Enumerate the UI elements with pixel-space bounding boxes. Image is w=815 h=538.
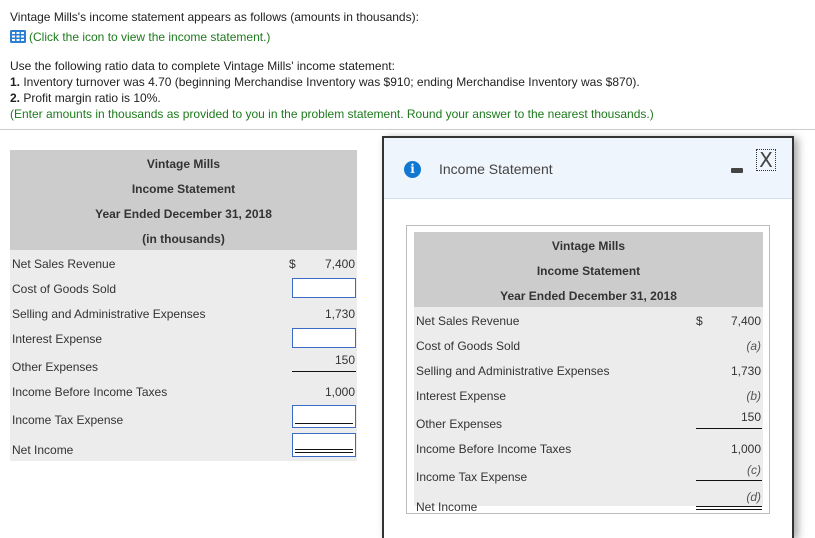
statement-header: Vintage Mills Income Statement Year Ende… — [10, 150, 357, 250]
double-underline-bottom — [696, 509, 762, 510]
row-label: Net Income — [12, 443, 74, 457]
row-value: 1,000 — [324, 385, 355, 399]
statement-units: (in thousands) — [142, 232, 225, 246]
table-row: Selling and Administrative Expenses 1,73… — [10, 303, 357, 325]
item-text: Inventory turnover was 4.70 (beginning M… — [20, 75, 640, 89]
interest-expense-input[interactable] — [292, 328, 356, 348]
subtotal-underline — [292, 371, 356, 372]
row-value: 7,400 — [324, 257, 355, 271]
dollar-sign: $ — [289, 257, 296, 271]
net-income-input[interactable] — [292, 433, 356, 457]
table-row: Cost of Goods Sold — [10, 278, 357, 300]
row-label: Other Expenses — [12, 360, 99, 374]
statement-period: Year Ended December 31, 2018 — [95, 207, 272, 221]
row-placeholder: (b) — [746, 389, 761, 403]
subtotal-underline — [696, 480, 762, 481]
view-statement-link[interactable]: (Click the icon to view the income state… — [10, 30, 270, 44]
table-row: Net Sales Revenue $ 7,400 — [10, 253, 357, 275]
item-number: 2. — [10, 91, 21, 105]
income-statement-dialog: i Income Statement X Vintage Mills Incom… — [382, 136, 794, 538]
table-icon[interactable] — [10, 30, 26, 43]
question-instruction: Use the following ratio data to complete… — [10, 59, 395, 73]
row-value: 1,730 — [324, 307, 355, 321]
statement-title: Income Statement — [131, 182, 236, 196]
row-label: Net Sales Revenue — [416, 314, 520, 328]
row-label: Net Sales Revenue — [12, 257, 116, 271]
row-placeholder: (d) — [746, 490, 761, 504]
ratio-item-1: 1. Inventory turnover was 4.70 (beginnin… — [10, 75, 640, 89]
view-statement-text[interactable]: (Click the icon to view the income state… — [29, 30, 270, 44]
double-underline-top — [696, 506, 762, 507]
row-value: 150 — [740, 410, 761, 424]
row-value: 1,730 — [730, 364, 761, 378]
table-row: Interest Expense (b) — [414, 385, 763, 407]
row-label: Selling and Administrative Expenses — [416, 364, 610, 378]
table-row: Cost of Goods Sold (a) — [414, 335, 763, 357]
close-button[interactable]: X — [756, 149, 776, 171]
dialog-header: i Income Statement X — [384, 138, 792, 199]
statement-frame: Vintage Mills Income Statement Year Ende… — [406, 225, 770, 514]
table-row: Income Tax Expense (c) — [414, 463, 763, 488]
row-label: Selling and Administrative Expenses — [12, 307, 206, 321]
table-row: Interest Expense — [10, 328, 357, 350]
double-underline-bottom — [295, 452, 353, 453]
dollar-sign: $ — [696, 314, 703, 328]
row-value: 150 — [334, 353, 355, 367]
entry-note: (Enter amounts in thousands as provided … — [10, 107, 654, 121]
divider — [0, 129, 815, 130]
company-name: Vintage Mills — [146, 157, 221, 171]
table-row: Income Before Income Taxes 1,000 — [10, 381, 357, 403]
table-row: Net Sales Revenue $ 7,400 — [414, 310, 763, 332]
row-label: Interest Expense — [416, 389, 507, 403]
statement-header: Vintage Mills Income Statement Year Ende… — [414, 232, 763, 307]
income-tax-expense-input[interactable] — [292, 405, 356, 428]
row-placeholder: (a) — [746, 339, 761, 353]
row-value: 1,000 — [730, 442, 761, 456]
answer-income-statement: Vintage Mills Income Statement Year Ende… — [10, 150, 357, 461]
statement-title: Income Statement — [536, 264, 641, 278]
cost-of-goods-sold-input[interactable] — [292, 278, 356, 298]
item-text: Profit margin ratio is 10%. — [20, 91, 161, 105]
table-row: Net Income (d) — [414, 490, 763, 518]
company-name: Vintage Mills — [551, 239, 626, 253]
item-number: 1. — [10, 75, 21, 89]
table-row: Income Tax Expense — [10, 405, 357, 431]
table-row: Net Income — [10, 433, 357, 461]
statement-period: Year Ended December 31, 2018 — [500, 289, 677, 303]
row-label: Income Tax Expense — [416, 470, 528, 484]
subtotal-underline — [696, 428, 762, 429]
statement-body: Net Sales Revenue $ 7,400 Cost of Goods … — [414, 307, 763, 514]
row-label: Income Tax Expense — [12, 413, 124, 427]
minimize-button[interactable] — [731, 168, 743, 173]
row-label: Net Income — [416, 500, 478, 514]
table-row: Other Expenses 150 — [414, 410, 763, 435]
statement-body: Net Sales Revenue $ 7,400 Cost of Goods … — [10, 250, 357, 461]
row-value: 7,400 — [730, 314, 761, 328]
ratio-item-2: 2. Profit margin ratio is 10%. — [10, 91, 161, 105]
question-intro: Vintage Mills's income statement appears… — [10, 10, 419, 24]
row-label: Income Before Income Taxes — [416, 442, 572, 456]
row-label: Cost of Goods Sold — [416, 339, 521, 353]
close-icon: X — [759, 148, 773, 172]
row-placeholder: (c) — [747, 463, 761, 477]
single-underline — [295, 423, 353, 424]
table-row: Income Before Income Taxes 1,000 — [414, 438, 763, 460]
table-row: Selling and Administrative Expenses 1,73… — [414, 360, 763, 382]
double-underline-top — [295, 449, 353, 450]
dialog-title: Income Statement — [439, 161, 553, 177]
row-label: Cost of Goods Sold — [12, 282, 117, 296]
row-label: Income Before Income Taxes — [12, 385, 168, 399]
info-icon: i — [404, 161, 421, 178]
row-label: Other Expenses — [416, 417, 503, 431]
row-label: Interest Expense — [12, 332, 103, 346]
table-row: Other Expenses 150 — [10, 353, 357, 378]
